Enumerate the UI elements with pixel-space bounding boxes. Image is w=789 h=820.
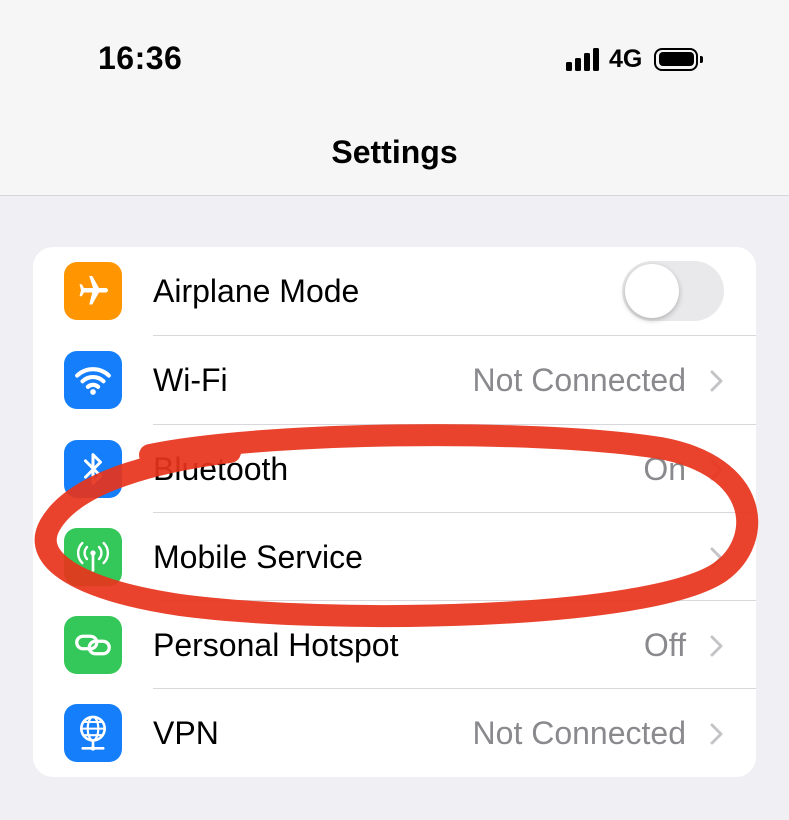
mobile-service-label: Mobile Service [153,539,363,575]
status-time: 16:36 [98,40,183,76]
chevron-right-icon [710,370,723,392]
vpn-label: VPN [153,715,219,751]
settings-row-personal-hotspot[interactable]: Personal Hotspot Off [33,601,756,689]
top-bar: 16:36 4G Settings [0,0,789,196]
vpn-status: Not Connected [472,715,686,751]
chevron-right-icon [710,635,723,657]
chevron-right-icon [710,459,723,481]
status-indicators: 4G [566,44,704,74]
chevron-right-icon [710,547,723,569]
airplane-mode-toggle[interactable] [622,261,724,321]
settings-row-airplane-mode[interactable]: Airplane Mode [33,247,756,335]
cellular-signal-icon [566,47,599,71]
airplane-mode-label: Airplane Mode [153,273,360,309]
bluetooth-icon [64,440,122,498]
wifi-icon [64,351,122,409]
airplane-icon [64,262,122,320]
settings-group: Airplane Mode Wi-Fi Not Connected Blueto… [33,247,756,777]
globe-network-icon [64,704,122,762]
battery-icon [654,47,704,71]
antenna-icon [64,528,122,586]
bluetooth-status: On [643,451,686,487]
network-type: 4G [609,44,643,73]
wifi-status: Not Connected [472,362,686,398]
settings-row-mobile-service[interactable]: Mobile Service [33,513,756,601]
chevron-right-icon [710,723,723,745]
settings-row-bluetooth[interactable]: Bluetooth On [33,425,756,513]
settings-row-wifi[interactable]: Wi-Fi Not Connected [33,336,756,424]
personal-hotspot-label: Personal Hotspot [153,627,399,663]
wifi-label: Wi-Fi [153,362,228,398]
chain-link-icon [64,616,122,674]
page-title: Settings [331,134,458,170]
personal-hotspot-status: Off [643,627,686,663]
bluetooth-label: Bluetooth [153,451,289,487]
settings-row-vpn[interactable]: VPN Not Connected [33,689,756,777]
